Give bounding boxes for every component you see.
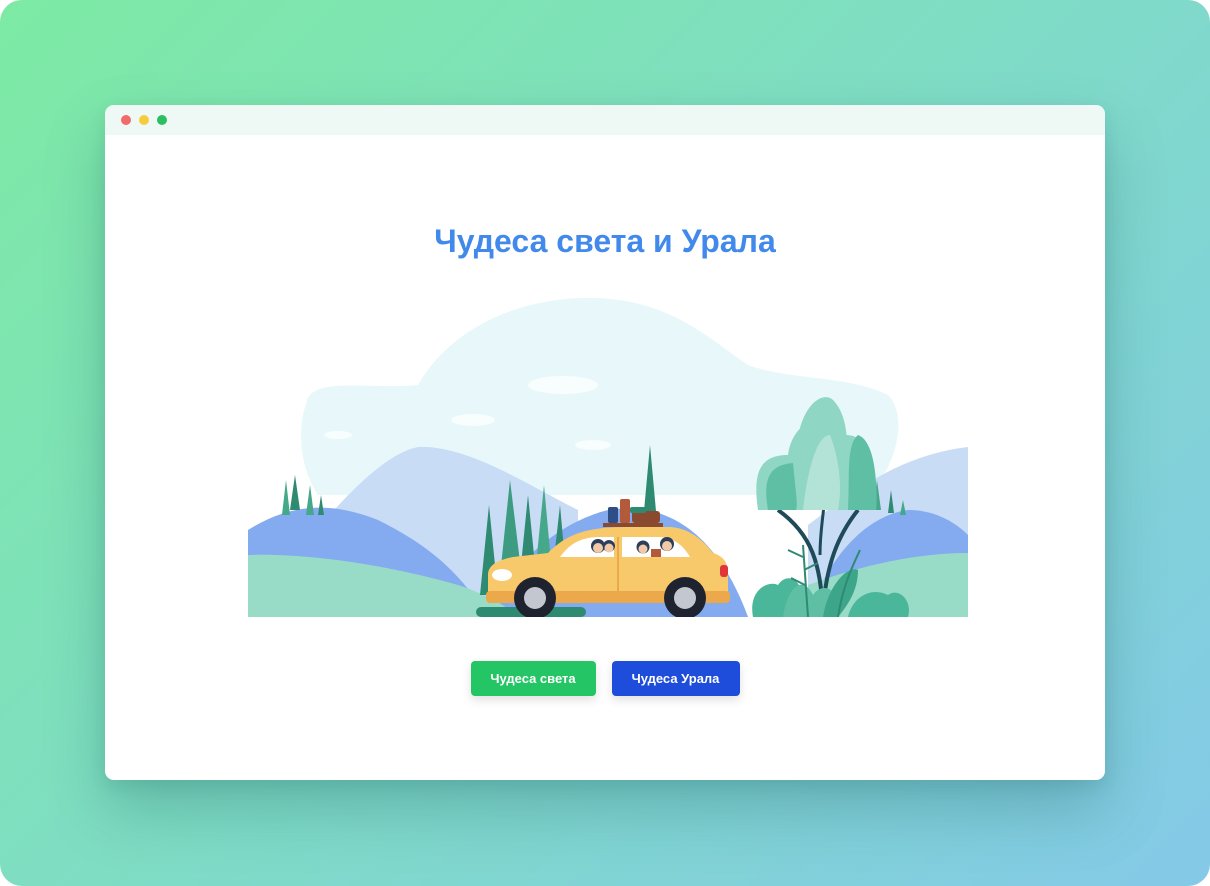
page-title: Чудеса света и Урала xyxy=(434,223,776,259)
minimize-window-dot[interactable] xyxy=(139,115,149,125)
wonders-of-ural-button[interactable]: Чудеса Урала xyxy=(611,661,740,696)
window-titlebar xyxy=(105,105,1105,135)
browser-window: Чудеса света и Урала Чудеса света Чудеса… xyxy=(105,105,1105,780)
close-window-dot[interactable] xyxy=(121,115,131,125)
action-buttons: Чудеса света Чудеса Урала xyxy=(105,661,1105,696)
wonders-of-world-button[interactable]: Чудеса света xyxy=(470,661,596,696)
maximize-window-dot[interactable] xyxy=(157,115,167,125)
page-background: Чудеса света и Урала Чудеса света Чудеса… xyxy=(0,0,1210,886)
car-road-trip-illustration xyxy=(248,297,968,617)
